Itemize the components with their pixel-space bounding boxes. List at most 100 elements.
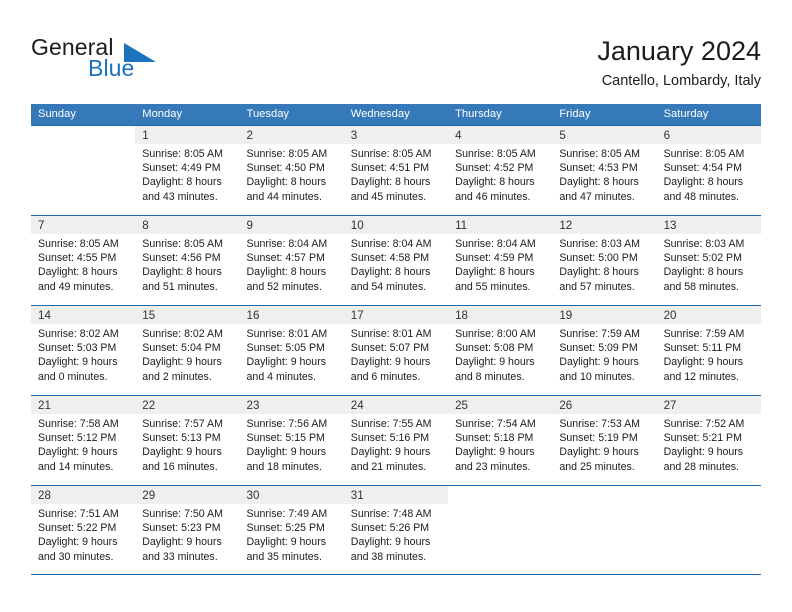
day-daylight-line: Daylight: 8 hours: [559, 266, 639, 279]
day-detail-text: Sunrise: 8:05 AM Sunset: 4:52 PM Daylight:…: [448, 144, 552, 204]
day-sunrise-line: Sunrise: 8:02 AM: [142, 328, 223, 340]
day-daylight-line: Daylight: 9 hours: [246, 536, 327, 549]
day-daylight-line: Daylight: 8 hours: [142, 266, 222, 279]
calendar-day-cell[interactable]: 5 Sunrise: 8:05 AM Sunset: 4:53 PM Daylight…: [552, 126, 657, 214]
day-daylight-line: and 46 minutes.: [455, 190, 531, 203]
day-sunset-line: Sunset: 5:16 PM: [350, 432, 430, 445]
day-daylight-line: Daylight: 9 hours: [142, 446, 222, 459]
calendar-cell-empty: [31, 126, 136, 214]
calendar-day-cell[interactable]: 8 Sunrise: 8:05 AM Sunset: 4:56 PM Daylight…: [135, 216, 240, 304]
day-number-band: 8: [135, 216, 240, 234]
day-daylight-line: Daylight: 9 hours: [350, 356, 431, 369]
day-number-band: 12: [552, 216, 657, 234]
day-daylight-line: Daylight: 8 hours: [350, 266, 431, 279]
day-number-band: [448, 486, 553, 504]
day-number: 16: [246, 309, 260, 322]
day-daylight-line: and 47 minutes.: [559, 190, 635, 203]
calendar-day-cell[interactable]: 9 Sunrise: 8:04 AM Sunset: 4:57 PM Daylight…: [239, 216, 344, 304]
calendar-day-cell[interactable]: 7 Sunrise: 8:05 AM Sunset: 4:55 PM Daylight…: [31, 216, 136, 304]
day-daylight-line: Daylight: 8 hours: [455, 176, 535, 189]
day-daylight-line: Daylight: 9 hours: [38, 356, 118, 369]
day-number: 27: [663, 399, 677, 412]
brand-logo[interactable]: General Blue: [31, 34, 231, 90]
day-detail-text: Sunrise: 7:48 AM Sunset: 5:26 PM Daylight:…: [344, 504, 448, 564]
calendar-day-cell[interactable]: 13 Sunrise: 8:03 AM Sunset: 5:02 PM Dayligh…: [656, 216, 761, 304]
calendar-day-cell[interactable]: 21 Sunrise: 7:58 AM Sunset: 5:12 PM Dayligh…: [31, 396, 136, 484]
title-block: January 2024 Cantello, Lombardy, Italy: [241, 34, 761, 92]
day-sunrise-line: Sunrise: 8:05 AM: [142, 238, 223, 250]
day-daylight-line: and 44 minutes.: [246, 190, 322, 203]
weekday-header-thursday: Thursday: [455, 108, 502, 120]
calendar-day-cell[interactable]: 25 Sunrise: 7:54 AM Sunset: 5:18 PM Dayligh…: [448, 396, 553, 484]
day-sunset-line: Sunset: 4:50 PM: [246, 162, 325, 175]
calendar-week-row: 7 Sunrise: 8:05 AM Sunset: 4:55 PM Daylight…: [31, 215, 761, 305]
day-sunset-line: Sunset: 5:22 PM: [38, 522, 117, 535]
day-daylight-line: and 43 minutes.: [142, 190, 218, 203]
calendar-day-cell[interactable]: 26 Sunrise: 7:53 AM Sunset: 5:19 PM Dayligh…: [552, 396, 657, 484]
calendar-day-cell[interactable]: 31 Sunrise: 7:48 AM Sunset: 5:26 PM Dayligh…: [343, 486, 449, 574]
calendar-day-cell[interactable]: 15 Sunrise: 8:02 AM Sunset: 5:04 PM Dayligh…: [135, 306, 240, 394]
day-sunrise-line: Sunrise: 8:04 AM: [350, 238, 432, 250]
day-number-band: 23: [239, 396, 344, 414]
calendar-day-cell[interactable]: 23 Sunrise: 7:56 AM Sunset: 5:15 PM Dayligh…: [239, 396, 344, 484]
day-number-band: 27: [656, 396, 761, 414]
day-daylight-line: and 8 minutes.: [455, 370, 525, 383]
calendar-day-cell[interactable]: 11 Sunrise: 8:04 AM Sunset: 4:59 PM Dayligh…: [448, 216, 553, 304]
day-daylight-line: and 14 minutes.: [38, 460, 114, 473]
day-number: 15: [142, 309, 156, 322]
day-sunset-line: Sunset: 4:52 PM: [455, 162, 534, 175]
calendar-day-cell[interactable]: 6 Sunrise: 8:05 AM Sunset: 4:54 PM Daylight…: [656, 126, 761, 214]
weekday-header-sunday: Sunday: [38, 108, 76, 120]
calendar-day-cell[interactable]: 1 Sunrise: 8:05 AM Sunset: 4:49 PM Daylight…: [135, 126, 240, 214]
calendar-day-cell[interactable]: 20 Sunrise: 7:59 AM Sunset: 5:11 PM Dayligh…: [656, 306, 761, 394]
day-daylight-line: and 49 minutes.: [38, 280, 114, 293]
day-sunrise-line: Sunrise: 7:55 AM: [350, 418, 432, 430]
day-number: 7: [38, 219, 45, 232]
day-number-band: [552, 486, 657, 504]
day-daylight-line: Daylight: 9 hours: [455, 356, 535, 369]
calendar-page: General Blue January 2024 Cantello, Lomb…: [0, 0, 792, 612]
calendar-day-cell[interactable]: 29 Sunrise: 7:50 AM Sunset: 5:23 PM Dayligh…: [135, 486, 240, 574]
calendar-day-cell[interactable]: 3 Sunrise: 8:05 AM Sunset: 4:51 PM Daylight…: [343, 126, 449, 214]
page-header: General Blue January 2024 Cantello, Lomb…: [31, 34, 761, 96]
calendar-day-cell[interactable]: 16 Sunrise: 8:01 AM Sunset: 5:05 PM Dayligh…: [239, 306, 344, 394]
calendar-day-cell[interactable]: 22 Sunrise: 7:57 AM Sunset: 5:13 PM Dayligh…: [135, 396, 240, 484]
calendar-day-cell[interactable]: 28 Sunrise: 7:51 AM Sunset: 5:22 PM Dayligh…: [31, 486, 136, 574]
day-sunset-line: Sunset: 4:49 PM: [142, 162, 221, 175]
day-number: 9: [246, 219, 253, 232]
day-daylight-line: Daylight: 9 hours: [142, 356, 222, 369]
day-sunrise-line: Sunrise: 7:57 AM: [142, 418, 223, 430]
calendar-day-cell[interactable]: 27 Sunrise: 7:52 AM Sunset: 5:21 PM Dayligh…: [656, 396, 761, 484]
calendar-day-cell[interactable]: 30 Sunrise: 7:49 AM Sunset: 5:25 PM Dayligh…: [239, 486, 344, 574]
day-sunset-line: Sunset: 4:51 PM: [350, 162, 430, 175]
day-sunrise-line: Sunrise: 7:58 AM: [38, 418, 119, 430]
day-daylight-line: and 10 minutes.: [559, 370, 635, 383]
calendar-day-cell[interactable]: 2 Sunrise: 8:05 AM Sunset: 4:50 PM Daylight…: [239, 126, 344, 214]
day-detail-text: Sunrise: 8:04 AM Sunset: 4:57 PM Daylight:…: [240, 234, 344, 294]
calendar-day-cell[interactable]: 10 Sunrise: 8:04 AM Sunset: 4:58 PM Dayligh…: [343, 216, 449, 304]
calendar-day-cell[interactable]: 12 Sunrise: 8:03 AM Sunset: 5:00 PM Dayligh…: [552, 216, 657, 304]
calendar-day-cell[interactable]: 17 Sunrise: 8:01 AM Sunset: 5:07 PM Dayligh…: [343, 306, 449, 394]
day-number-band: 17: [343, 306, 449, 324]
day-detail-text: Sunrise: 8:05 AM Sunset: 4:54 PM Daylight:…: [657, 144, 761, 204]
day-detail-text: Sunrise: 8:03 AM Sunset: 5:00 PM Daylight:…: [552, 234, 656, 294]
calendar-day-cell[interactable]: 24 Sunrise: 7:55 AM Sunset: 5:16 PM Dayligh…: [343, 396, 449, 484]
calendar-week-row: 1 Sunrise: 8:05 AM Sunset: 4:49 PM Daylight…: [31, 125, 761, 215]
day-sunrise-line: Sunrise: 8:04 AM: [455, 238, 536, 250]
day-number-band: 26: [552, 396, 657, 414]
day-daylight-line: and 38 minutes.: [350, 550, 427, 563]
day-number-band: 24: [343, 396, 449, 414]
day-sunrise-line: Sunrise: 7:56 AM: [246, 418, 328, 430]
day-number: 19: [559, 309, 573, 322]
day-number-band: [656, 486, 761, 504]
calendar-day-cell[interactable]: 14 Sunrise: 8:02 AM Sunset: 5:03 PM Dayligh…: [31, 306, 136, 394]
day-sunset-line: Sunset: 5:00 PM: [559, 252, 638, 265]
calendar-day-cell[interactable]: 4 Sunrise: 8:05 AM Sunset: 4:52 PM Daylight…: [448, 126, 553, 214]
day-sunset-line: Sunset: 4:53 PM: [559, 162, 638, 175]
day-number: 22: [142, 399, 156, 412]
day-sunset-line: Sunset: 5:02 PM: [663, 252, 742, 265]
calendar-day-cell[interactable]: 19 Sunrise: 7:59 AM Sunset: 5:09 PM Dayligh…: [552, 306, 657, 394]
day-sunset-line: Sunset: 5:09 PM: [559, 342, 638, 355]
calendar-day-cell[interactable]: 18 Sunrise: 8:00 AM Sunset: 5:08 PM Dayligh…: [448, 306, 553, 394]
day-sunrise-line: Sunrise: 8:01 AM: [350, 328, 432, 340]
